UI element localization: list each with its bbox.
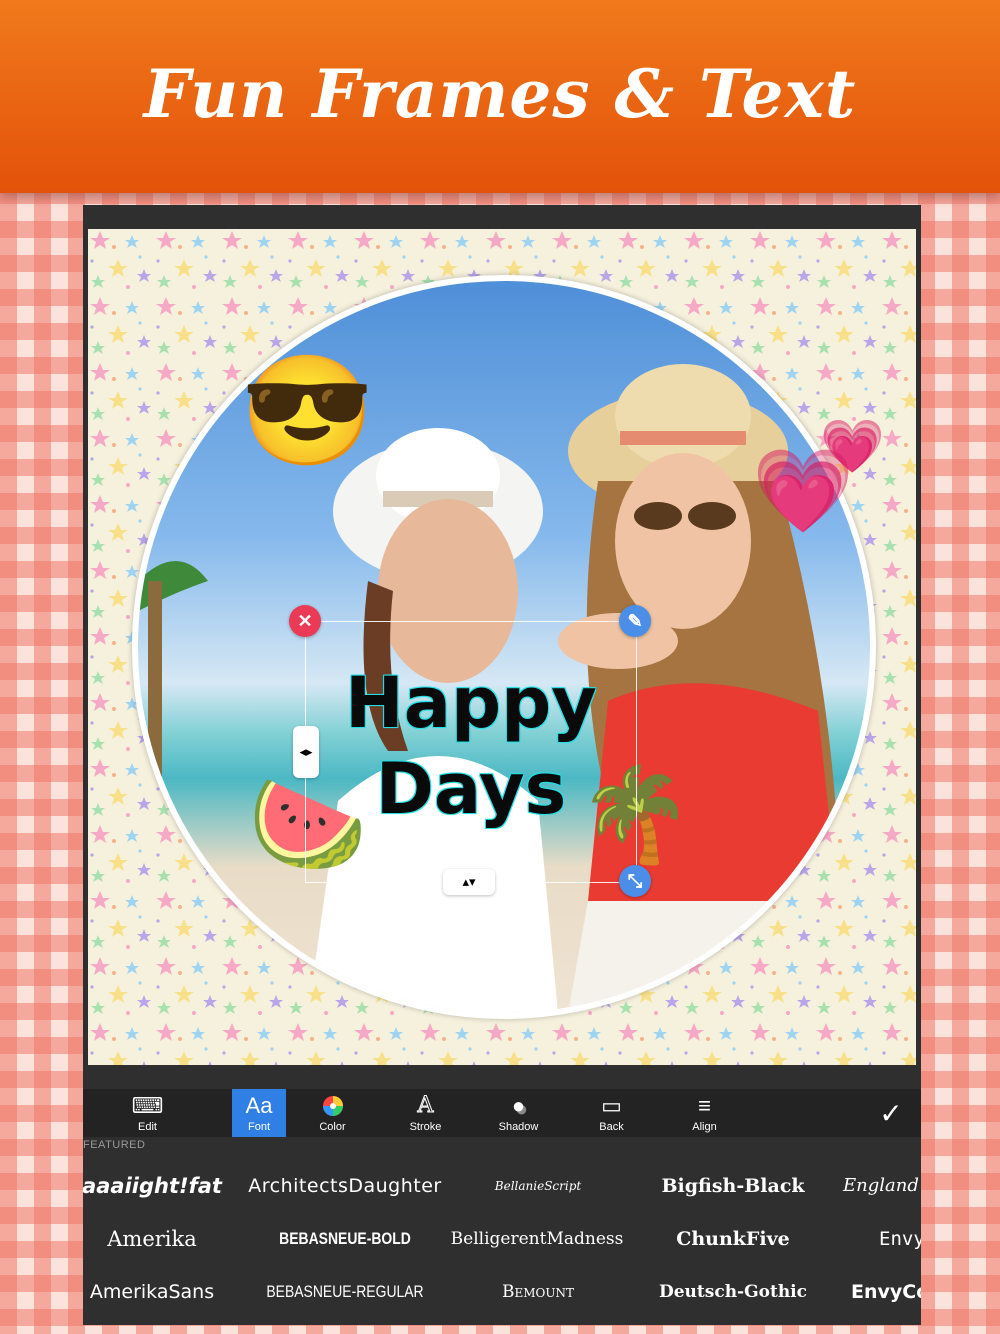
- font-option[interactable]: England: [843, 1159, 921, 1212]
- vertical-stretch-handle[interactable]: ▴▾: [443, 869, 495, 895]
- keyboard-icon: ⌨: [131, 1092, 164, 1118]
- resize-icon: ⤡: [627, 870, 643, 891]
- horizontal-stretch-handle[interactable]: ◂▸: [293, 726, 319, 778]
- text-selection-box[interactable]: Happy Days ✕ ✎ ⤡ ◂▸ ▴▾: [289, 605, 651, 897]
- font-option[interactable]: EnvyCo: [851, 1265, 921, 1318]
- font-option[interactable]: BEBASNEUE-REGULAR: [263, 1265, 427, 1318]
- tool-shadow-label: Shadow: [498, 1120, 539, 1133]
- close-icon: ✕: [297, 610, 313, 631]
- font-option[interactable]: Bemount: [463, 1265, 613, 1318]
- text-layer[interactable]: Happy Days: [306, 660, 636, 832]
- font-option[interactable]: AmerikaSans: [87, 1265, 217, 1318]
- tool-stroke[interactable]: A Stroke: [379, 1089, 472, 1137]
- tool-font-label: Font: [247, 1120, 270, 1133]
- shadow-icon: ●: [511, 1092, 526, 1118]
- font-option[interactable]: Deutsch-Gothic: [643, 1265, 823, 1318]
- font-option[interactable]: Amerika: [87, 1212, 217, 1265]
- tool-back[interactable]: ▭ Back: [565, 1089, 658, 1137]
- font-option[interactable]: ArchitectsDaughter: [245, 1159, 445, 1212]
- resize-text-handle[interactable]: ⤡: [619, 865, 651, 897]
- heart-sticker-large[interactable]: 💗: [752, 451, 854, 533]
- font-option[interactable]: aaaiight!fat: [83, 1159, 222, 1212]
- tool-back-label: Back: [599, 1120, 624, 1133]
- color-wheel-icon: [322, 1094, 344, 1118]
- promo-banner: Fun Frames & Text: [0, 0, 1000, 193]
- bookmark-icon: ▭: [601, 1092, 622, 1118]
- tool-edit[interactable]: ⌨ Edit: [101, 1089, 194, 1137]
- tool-edit-label: Edit: [138, 1120, 157, 1133]
- tool-shadow[interactable]: ● Shadow: [472, 1089, 565, 1137]
- tool-align[interactable]: ≡ Align: [658, 1089, 751, 1137]
- align-icon: ≡: [698, 1092, 711, 1118]
- tool-stroke-label: Stroke: [409, 1120, 442, 1133]
- vertical-arrows-icon: ▴▾: [462, 874, 476, 889]
- tool-font[interactable]: Aa Font: [232, 1089, 286, 1137]
- stroke-icon: A: [417, 1092, 434, 1118]
- font-row-2: Amerika BEBASNEUE-BOLD BelligerentMadnes…: [83, 1212, 921, 1265]
- text-line-2: Days: [375, 748, 567, 830]
- font-row-1: aaaiight!fat ArchitectsDaughter Bellanie…: [83, 1159, 921, 1212]
- tool-align-label: Align: [692, 1120, 717, 1133]
- photo-canvas[interactable]: 😎 💗 💗 🍉 🌴 Happy Days ✕ ✎ ⤡ ◂▸ ▴▾: [88, 229, 916, 1065]
- tool-color[interactable]: Color: [286, 1089, 379, 1137]
- delete-text-button[interactable]: ✕: [289, 605, 321, 637]
- font-option[interactable]: Bigfish-Black: [643, 1159, 823, 1212]
- banner-title: Fun Frames & Text: [143, 54, 857, 133]
- font-row-3: AmerikaSans BEBASNEUE-REGULAR Bemount De…: [83, 1265, 921, 1318]
- editor-screen: 😎 💗 💗 🍉 🌴 Happy Days ✕ ✎ ⤡ ◂▸ ▴▾ ⌨ Edit …: [83, 205, 921, 1325]
- font-option[interactable]: ChunkFive: [643, 1212, 823, 1265]
- font-picker: aaaiight!fat ArchitectsDaughter Bellanie…: [83, 1159, 921, 1319]
- horizontal-arrows-icon: ◂▸: [299, 744, 313, 759]
- sunglasses-emoji-sticker[interactable]: 😎: [240, 357, 374, 465]
- text-toolbar: ⌨ Edit Aa Font Color A Stroke ● Shadow ▭…: [83, 1089, 921, 1137]
- pencil-icon: ✎: [627, 610, 643, 631]
- font-icon: Aa: [245, 1092, 273, 1118]
- font-option[interactable]: Envy: [879, 1212, 921, 1265]
- tool-color-label: Color: [319, 1120, 346, 1133]
- done-button[interactable]: ✓: [861, 1089, 921, 1137]
- edit-text-button[interactable]: ✎: [619, 605, 651, 637]
- font-option[interactable]: BelligerentMadness: [447, 1212, 627, 1265]
- text-line-1: Happy: [345, 662, 597, 744]
- featured-heading: FEATURED: [83, 1139, 146, 1151]
- checkmark-icon: ✓: [879, 1097, 903, 1129]
- font-option[interactable]: BEBASNEUE-BOLD: [263, 1212, 427, 1265]
- font-option[interactable]: BellanieScript: [463, 1159, 613, 1212]
